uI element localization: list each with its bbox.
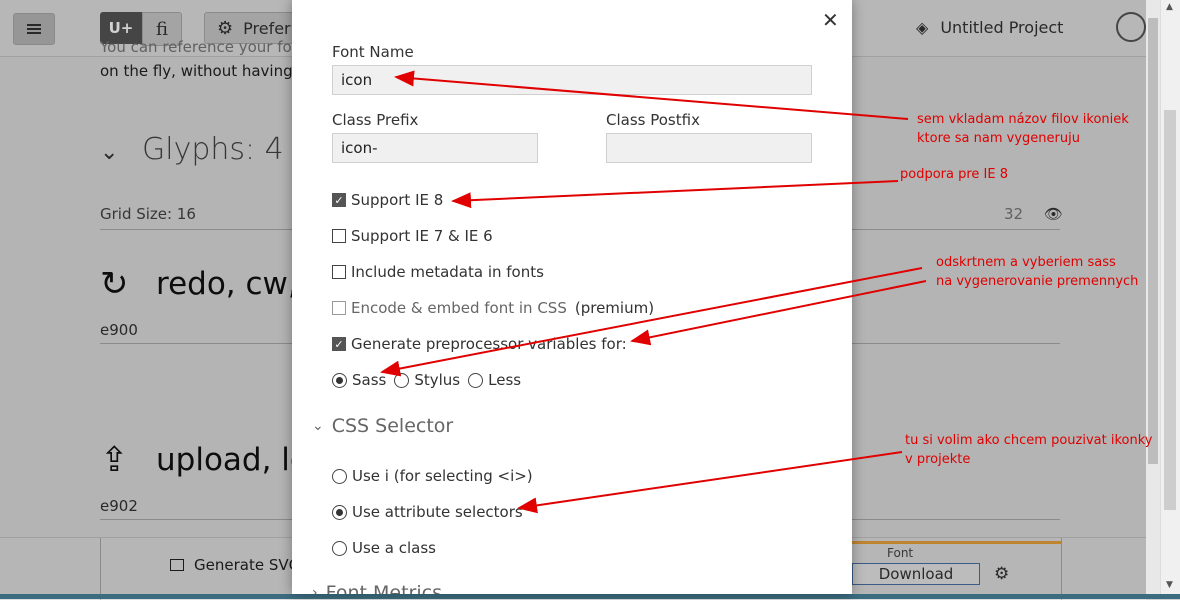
radio-label: Use i (for selecting <i>) <box>352 467 533 485</box>
annotation-text: v projekte <box>905 452 971 467</box>
class-postfix-input[interactable] <box>606 133 812 163</box>
radio-sass[interactable]: Sass <box>332 371 386 389</box>
chevron-right-icon: › <box>312 585 318 594</box>
radio-label: Use attribute selectors <box>352 503 523 521</box>
page-scrollbar[interactable] <box>1146 0 1160 599</box>
annotation-text: sem vkladam názov filov ikoniek <box>917 112 1129 127</box>
class-prefix-input[interactable]: icon- <box>332 133 538 163</box>
radio[interactable] <box>332 540 347 556</box>
option-label: Generate preprocessor variables for: <box>351 335 627 353</box>
annotation-text: odskrtnem a vyberiem sass <box>936 255 1116 270</box>
radio-stylus[interactable]: Stylus <box>394 371 460 389</box>
support-ie7-option[interactable]: Support IE 7 & IE 6 <box>332 227 493 245</box>
radio-selected[interactable] <box>332 504 347 520</box>
radio-less[interactable]: Less <box>468 371 521 389</box>
radio[interactable] <box>332 468 347 484</box>
selector-class[interactable]: Use a class <box>332 539 436 557</box>
font-name-input[interactable]: icon <box>332 65 812 95</box>
premium-badge: (premium) <box>574 299 655 317</box>
close-icon[interactable]: ✕ <box>822 8 839 32</box>
font-name-label: Font Name <box>332 43 414 61</box>
window-scrollbar[interactable]: ▲ ▼ <box>1160 0 1180 599</box>
radio[interactable] <box>468 372 484 388</box>
selector-attribute[interactable]: Use attribute selectors <box>332 503 523 521</box>
radio-label: Use a class <box>352 539 436 557</box>
radio[interactable] <box>394 372 410 388</box>
checkbox[interactable] <box>332 301 346 315</box>
embed-font-option[interactable]: Encode & embed font in CSS (premium) <box>332 299 654 317</box>
scrollbar-thumb[interactable] <box>1164 110 1176 510</box>
support-ie8-option[interactable]: ✓ Support IE 8 <box>332 191 443 209</box>
class-postfix-label: Class Postfix <box>606 111 700 129</box>
annotation-text: ktore sa nam vygeneruju <box>917 131 1080 146</box>
font-preferences-dialog: ✕ Font Name icon Class Prefix icon- Clas… <box>292 0 852 594</box>
scrollbar-thumb[interactable] <box>1148 18 1158 464</box>
preprocessor-radio-group: Sass Stylus Less <box>332 371 529 389</box>
radio-label: Sass <box>352 371 387 389</box>
annotation-text: na vygenerovanie premennych <box>936 274 1139 289</box>
option-label: Include metadata in fonts <box>351 263 544 281</box>
radio-label: Less <box>488 371 522 389</box>
annotation-selectors: tu si volim ako chcem pouzivat ikonky v … <box>905 431 1153 469</box>
annotation-text: tu si volim ako chcem pouzivat ikonky <box>905 433 1153 448</box>
css-selector-section-header[interactable]: ⌄ CSS Selector <box>312 415 453 437</box>
scroll-down-icon[interactable]: ▼ <box>1166 580 1173 590</box>
annotation-ie8: podpora pre IE 8 <box>900 167 1008 182</box>
checkbox-checked[interactable]: ✓ <box>332 193 346 207</box>
selector-use-i[interactable]: Use i (for selecting <i>) <box>332 467 533 485</box>
radio-selected[interactable] <box>332 372 347 388</box>
annotation-sass: odskrtnem a vyberiem sass na vygenerovan… <box>936 253 1138 291</box>
option-label: Encode & embed font in CSS <box>351 299 567 317</box>
option-label: Support IE 8 <box>351 191 444 209</box>
checkbox[interactable] <box>332 265 346 279</box>
checkbox-checked[interactable]: ✓ <box>332 337 346 351</box>
radio-label: Stylus <box>414 371 461 389</box>
section-title: Font Metrics <box>325 582 442 594</box>
window-bottom-edge <box>0 594 1180 599</box>
scroll-up-icon[interactable]: ▲ <box>1166 2 1173 12</box>
section-title: CSS Selector <box>331 415 454 437</box>
font-metrics-section-header[interactable]: › Font Metrics <box>312 582 442 594</box>
annotation-font-name: sem vkladam názov filov ikoniek ktore sa… <box>917 110 1129 148</box>
include-metadata-option[interactable]: Include metadata in fonts <box>332 263 544 281</box>
option-label: Support IE 7 & IE 6 <box>351 227 493 245</box>
preprocessor-vars-option[interactable]: ✓ Generate preprocessor variables for: <box>332 335 627 353</box>
chevron-down-icon: ⌄ <box>312 418 324 434</box>
checkbox[interactable] <box>332 229 346 243</box>
class-prefix-label: Class Prefix <box>332 111 419 129</box>
